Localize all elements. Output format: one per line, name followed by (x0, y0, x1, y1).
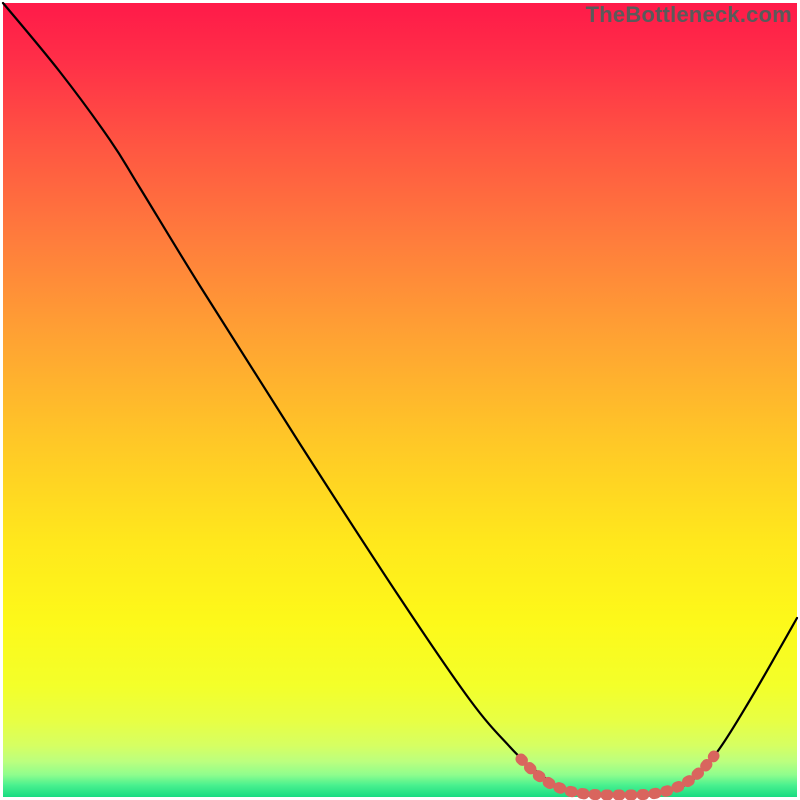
plot-background (3, 3, 797, 797)
chart-svg (0, 0, 800, 800)
watermark-label: TheBottleneck.com (586, 2, 792, 28)
chart-stage: TheBottleneck.com (0, 0, 800, 800)
